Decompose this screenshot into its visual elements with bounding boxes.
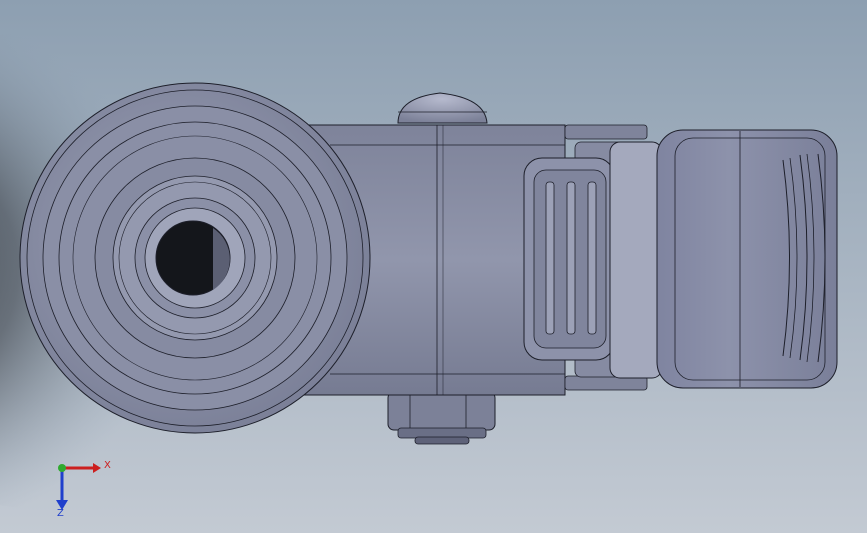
- z-axis-label: Z: [57, 508, 64, 519]
- model-canvas[interactable]: X Z: [0, 0, 867, 533]
- cam-latch: [523, 124, 663, 391]
- axle-hole: [155, 220, 231, 296]
- bottom-nut: [387, 391, 496, 445]
- cad-viewport[interactable]: X Z: [0, 0, 867, 533]
- brake-pedal: [656, 129, 838, 389]
- x-axis-label: X: [104, 460, 111, 471]
- y-axis-dot: [58, 464, 66, 472]
